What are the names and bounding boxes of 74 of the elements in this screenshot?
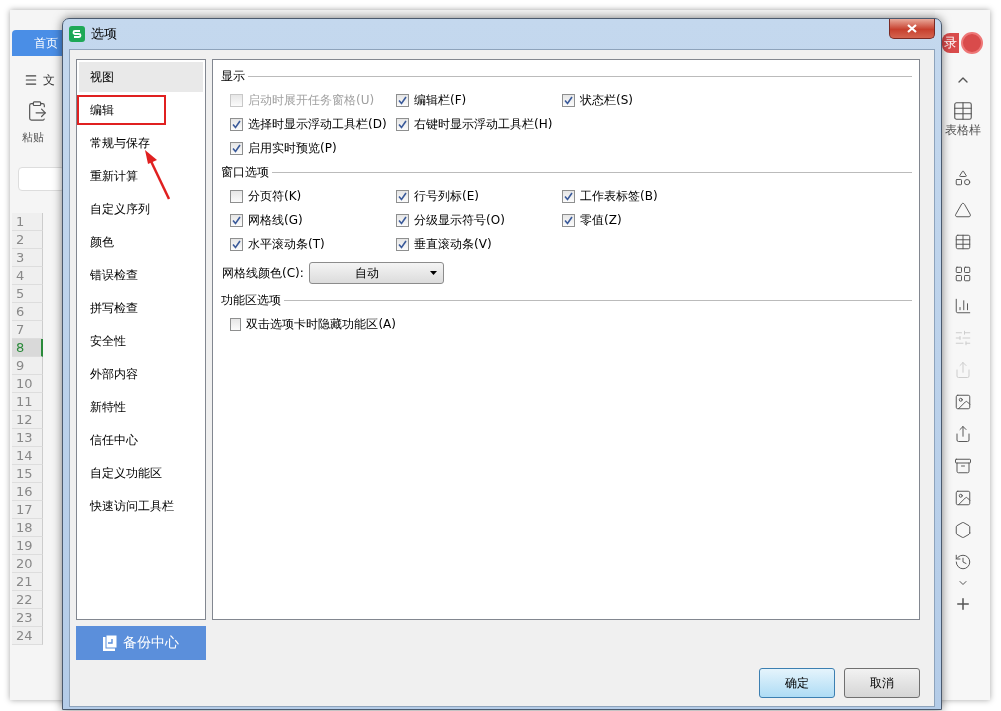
triangle-icon[interactable] <box>953 201 972 219</box>
category-item[interactable]: 快速访问工具栏 <box>79 491 203 521</box>
option-checkbox[interactable]: 双击选项卡时隐藏功能区(A) <box>230 316 396 332</box>
check-icon <box>398 239 407 249</box>
category-item[interactable]: 错误检查 <box>79 260 203 290</box>
category-item[interactable]: 信任中心 <box>79 425 203 455</box>
bar-chart-icon[interactable] <box>953 297 972 315</box>
backup-icon <box>103 635 117 651</box>
category-item[interactable]: 视图 <box>79 62 203 92</box>
option-checkbox[interactable]: 选择时显示浮动工具栏(D) <box>230 116 396 132</box>
category-item[interactable]: 外部内容 <box>79 359 203 389</box>
option-checkbox[interactable]: 启用实时预览(P) <box>230 140 396 156</box>
dialog-button[interactable]: 确定 <box>759 668 835 698</box>
image-icon[interactable] <box>953 489 972 507</box>
menu-label[interactable]: 文 <box>43 71 55 89</box>
option-checkbox[interactable]: 垂直滚动条(V) <box>396 236 562 252</box>
history-icon[interactable] <box>953 553 972 571</box>
table-style-icon[interactable] <box>951 100 974 122</box>
category-item[interactable]: 拼写检查 <box>79 293 203 323</box>
category-item[interactable]: 颜色 <box>79 227 203 257</box>
login-label[interactable]: 录 <box>942 33 959 53</box>
table-style-label[interactable]: 表格样 <box>944 122 981 139</box>
category-item[interactable]: 常规与保存 <box>79 128 203 158</box>
paste-label[interactable]: 粘贴 <box>22 130 65 145</box>
paste-icon[interactable] <box>26 100 48 122</box>
check-icon <box>398 119 407 129</box>
hexagon-icon[interactable] <box>953 521 972 539</box>
check-icon <box>564 215 573 225</box>
sliders-icon[interactable] <box>953 329 972 347</box>
check-icon <box>398 95 407 105</box>
close-button[interactable] <box>889 19 935 39</box>
option-checkbox[interactable]: 右键时显示浮动工具栏(H) <box>396 116 562 132</box>
check-icon <box>232 119 241 129</box>
pointer-arrow <box>143 149 171 201</box>
option-checkbox[interactable]: 分级显示符号(O) <box>396 212 562 228</box>
option-checkbox[interactable]: 网格线(G) <box>230 212 396 228</box>
grid-icon[interactable] <box>953 265 972 283</box>
check-icon <box>564 191 573 201</box>
share-icon[interactable] <box>953 425 972 443</box>
name-box[interactable] <box>18 167 65 191</box>
avatar-icon[interactable] <box>961 32 983 54</box>
color-dropdown[interactable]: 自动 <box>308 262 444 284</box>
field-label: 网格线颜色(C): <box>222 264 304 282</box>
category-item[interactable]: 新特性 <box>79 392 203 422</box>
category-item[interactable]: 编辑 <box>77 95 166 125</box>
app-logo-icon <box>69 26 85 42</box>
option-checkbox[interactable]: 状态栏(S) <box>562 92 728 108</box>
category-item[interactable]: 重新计算 <box>79 161 203 191</box>
option-checkbox[interactable]: 零值(Z) <box>562 212 728 228</box>
check-icon <box>398 215 407 225</box>
category-item[interactable]: 自定义序列 <box>79 194 203 224</box>
table-icon[interactable] <box>953 233 972 251</box>
close-icon <box>907 24 917 33</box>
section-title: 显示 <box>221 67 245 85</box>
option-checkbox[interactable]: 工作表标签(B) <box>562 188 728 204</box>
check-icon <box>232 239 241 249</box>
category-item[interactable]: 安全性 <box>79 326 203 356</box>
option-checkbox[interactable]: 分页符(K) <box>230 188 396 204</box>
check-icon <box>232 215 241 225</box>
option-checkbox[interactable]: 行号列标(E) <box>396 188 562 204</box>
check-icon <box>564 95 573 105</box>
image-icon[interactable] <box>953 393 972 411</box>
section-title: 功能区选项 <box>221 291 281 309</box>
check-icon <box>232 143 241 153</box>
option-checkbox[interactable]: 编辑栏(F) <box>396 92 562 108</box>
menu-icon[interactable] <box>24 73 38 87</box>
section-title: 窗口选项 <box>221 163 269 181</box>
category-item[interactable]: 自定义功能区 <box>79 458 203 488</box>
shapes-icon[interactable] <box>953 169 972 187</box>
check-icon <box>398 191 407 201</box>
option-checkbox[interactable]: 水平滚动条(T) <box>230 236 396 252</box>
archive-icon[interactable] <box>953 457 972 475</box>
dialog-button[interactable]: 取消 <box>844 668 920 698</box>
window-title: 选项 <box>91 25 117 43</box>
